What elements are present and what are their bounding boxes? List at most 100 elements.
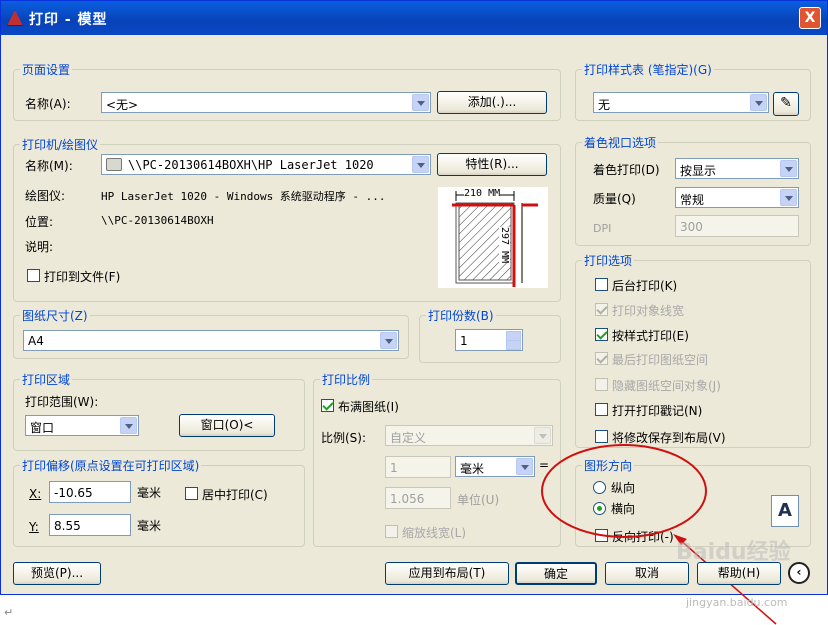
offset-y-value: 8.55 — [54, 519, 81, 533]
annotation-ellipse — [541, 444, 707, 538]
page-setup-label: 页面设置 — [20, 61, 73, 78]
plot-option-checkbox[interactable] — [595, 328, 608, 341]
plot-area-label: 打印区域 — [20, 371, 73, 388]
chevron-left-icon: ‹ — [796, 565, 802, 579]
plot-option-checkbox[interactable] — [595, 403, 608, 416]
print-to-file-checkbox[interactable] — [27, 269, 40, 282]
page-setup-name-combo[interactable]: <无> — [101, 92, 431, 113]
printer-group-label: 打印机/绘图仪 — [20, 136, 101, 153]
spin-down-icon[interactable] — [506, 340, 521, 350]
quality-combo[interactable]: 常规 — [675, 187, 799, 208]
print-to-file-label[interactable]: 打印到文件(F) — [44, 268, 120, 285]
plot-range-value: 窗口 — [30, 421, 55, 435]
center-plot-checkbox[interactable] — [185, 487, 198, 500]
chevron-down-icon[interactable] — [412, 156, 429, 173]
printer-name-value: \\PC-20130614BOXH\HP LaserJet 1020 — [128, 158, 374, 172]
plot-option-label[interactable]: 最后打印图纸空间 — [612, 351, 708, 368]
scale-unit1: 毫米 — [460, 462, 485, 476]
paper-size-combo[interactable]: A4 — [23, 330, 399, 351]
copies-input[interactable]: 1 — [455, 329, 523, 351]
offset-y-input[interactable]: 8.55 — [49, 514, 131, 536]
chevron-down-icon[interactable] — [380, 332, 397, 349]
close-button[interactable]: X — [799, 7, 821, 29]
scale-value2-input[interactable]: 1.056 — [385, 487, 451, 509]
pen-edit-icon: ✎ — [780, 95, 792, 111]
shade-plot-combo[interactable]: 按显示 — [675, 158, 799, 179]
scale-unit2: 单位(U) — [457, 493, 500, 507]
dpi-input[interactable]: 300 — [675, 215, 799, 237]
plot-style-label: 打印样式表 (笔指定)(G) — [582, 61, 714, 78]
plotter-value: HP LaserJet 1020 - Windows 系统驱动程序 - ... — [101, 190, 386, 203]
offset-y-label: Y: — [29, 520, 39, 534]
plot-option-checkbox[interactable] — [595, 278, 608, 291]
scale-value1-input[interactable]: 1 — [385, 456, 451, 478]
watermark-url: jingyan.baidu.com — [686, 596, 788, 609]
copies-label: 打印份数(B) — [426, 307, 496, 324]
window-title: 打印 - 模型 — [29, 12, 108, 28]
quality-value: 常规 — [680, 193, 705, 207]
paper-preview: 210 MM 297 MM — [438, 187, 548, 288]
fit-to-paper-label[interactable]: 布满图纸(I) — [338, 398, 399, 415]
plot-option-checkbox[interactable] — [595, 352, 608, 365]
scale-unit-combo[interactable]: 毫米 — [455, 456, 535, 477]
quality-label: 质量(Q) — [593, 192, 636, 206]
offset-x-label: X: — [29, 487, 42, 501]
chevron-down-icon[interactable] — [780, 160, 797, 177]
offset-y-unit: 毫米 — [137, 519, 162, 533]
page-setup-name-label: 名称(A): — [25, 97, 71, 111]
paper-size-label: 图纸尺寸(Z) — [20, 307, 90, 324]
location-value: \\PC-20130614BOXH — [101, 214, 214, 227]
plotter-label: 绘图仪: — [25, 189, 66, 203]
printer-properties-button[interactable]: 特性(R)... — [437, 153, 547, 176]
plot-options-label: 打印选项 — [582, 252, 635, 269]
printer-name-combo[interactable]: \\PC-20130614BOXH\HP LaserJet 1020 — [101, 154, 431, 175]
shade-plot-label: 着色打印(D) — [593, 163, 660, 177]
chevron-down-icon[interactable] — [750, 94, 767, 111]
plot-option-checkbox[interactable] — [595, 378, 608, 391]
print-dialog: 打印 - 模型 X 页面设置 名称(A): <无> 添加(.)... 打印机/绘… — [0, 0, 828, 625]
plot-option-label[interactable]: 打开打印戳记(N) — [612, 402, 702, 419]
plot-style-combo[interactable]: 无 — [593, 92, 769, 113]
plot-range-combo[interactable]: 窗口 — [25, 415, 139, 436]
scale-combo[interactable]: 自定义 — [385, 425, 553, 446]
plot-option-label[interactable]: 隐藏图纸空间对象(J) — [612, 377, 721, 394]
shaded-viewport-label: 着色视口选项 — [582, 134, 659, 151]
copies-value: 1 — [460, 334, 468, 348]
chevron-down-icon[interactable] — [120, 417, 137, 434]
scale-lineweights-label[interactable]: 缩放线宽(L) — [402, 524, 466, 541]
plot-option-label[interactable]: 按样式打印(E) — [612, 327, 689, 344]
plot-style-value: 无 — [598, 98, 611, 112]
plot-scale-label: 打印比例 — [320, 371, 373, 388]
watermark-logo: Baidu经验 — [676, 540, 791, 565]
plot-option-label[interactable]: 打印对象线宽 — [612, 302, 684, 319]
shade-plot-value: 按显示 — [680, 164, 717, 178]
offset-x-input[interactable]: -10.65 — [49, 481, 131, 503]
scale-value2: 1.056 — [390, 492, 425, 506]
window-select-button[interactable]: 窗口(O)< — [179, 414, 275, 437]
apply-to-layout-button[interactable]: 应用到布局(T) — [385, 562, 509, 585]
add-page-setup-button[interactable]: 添加(.)... — [437, 91, 547, 114]
preview-width-label: 210 MM — [464, 188, 501, 199]
fit-to-paper-checkbox[interactable] — [321, 399, 334, 412]
dpi-label: DPI — [593, 222, 612, 235]
plot-option-label[interactable]: 后台打印(K) — [612, 277, 677, 294]
description-label: 说明: — [25, 240, 54, 254]
offset-x-unit: 毫米 — [137, 486, 162, 500]
preview-height-label: 297 MM — [499, 227, 510, 264]
chevron-down-icon[interactable] — [780, 189, 797, 206]
preview-button[interactable]: 预览(P)... — [13, 562, 101, 585]
more-options-toggle[interactable]: ‹ — [788, 562, 810, 584]
autocad-app-icon — [7, 10, 23, 26]
edit-plot-style-button[interactable]: ✎ — [773, 92, 799, 116]
plot-option-checkbox[interactable] — [595, 303, 608, 316]
scale-value1: 1 — [390, 461, 398, 475]
paper-size-value: A4 — [28, 334, 44, 348]
printer-icon — [106, 158, 122, 171]
center-plot-label[interactable]: 居中打印(C) — [202, 486, 268, 503]
scale-lineweights-checkbox[interactable] — [385, 525, 398, 538]
chevron-down-icon[interactable] — [412, 94, 429, 111]
ok-button[interactable]: 确定 — [515, 562, 597, 585]
location-label: 位置: — [25, 215, 54, 229]
dpi-value: 300 — [680, 220, 703, 234]
title-bar: 打印 - 模型 X — [1, 1, 827, 35]
